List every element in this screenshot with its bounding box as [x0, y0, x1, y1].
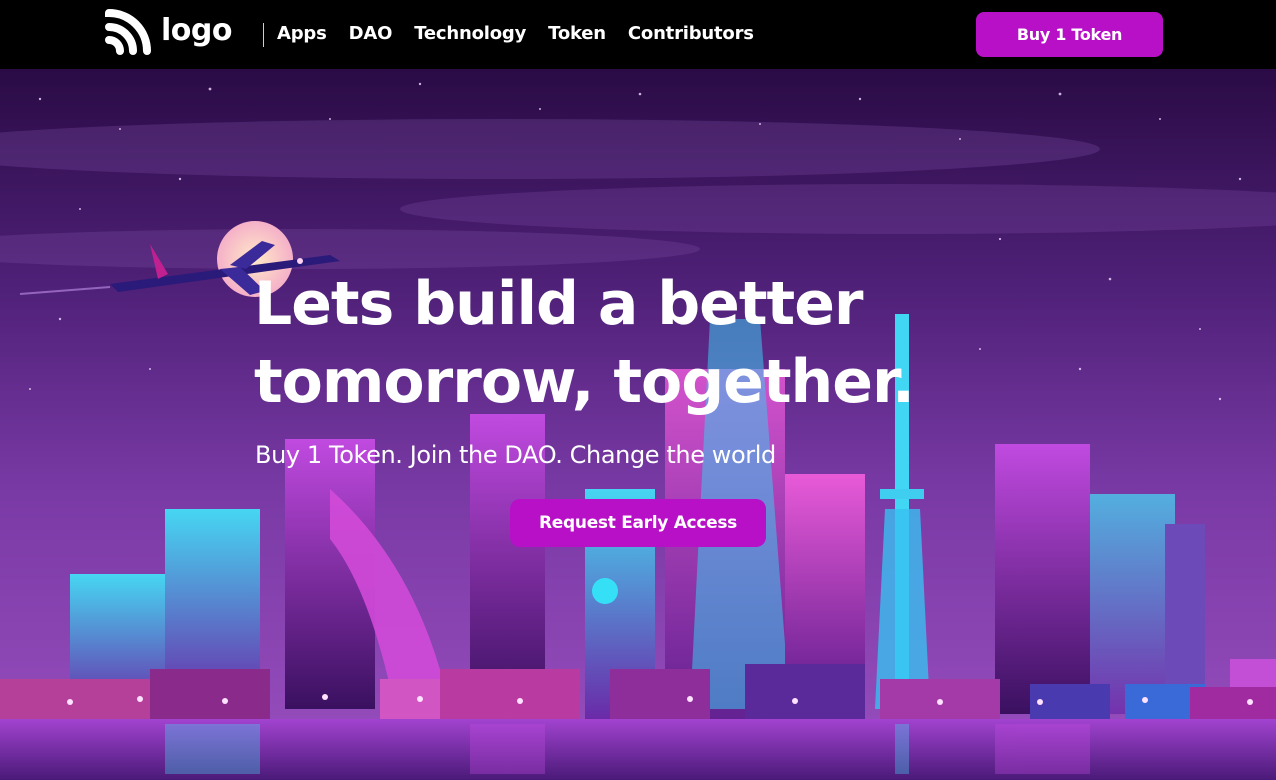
nav-link-contributors[interactable]: Contributors: [628, 22, 754, 46]
landing-page: logo Apps DAO Technology Token Contribut…: [0, 0, 1276, 780]
hero-background-illustration: [0, 69, 1276, 780]
nav-link-token[interactable]: Token: [548, 22, 606, 46]
nav-divider: [263, 23, 264, 47]
nav-link-dao[interactable]: DAO: [349, 22, 393, 46]
request-early-access-button[interactable]: Request Early Access: [510, 499, 766, 547]
logo-text: logo: [161, 13, 232, 48]
hero-subline: Buy 1 Token. Join the DAO. Change the wo…: [255, 441, 776, 469]
logo[interactable]: logo: [105, 9, 245, 55]
hero-section: Lets build a better tomorrow, together. …: [0, 69, 1276, 780]
hero-headline-line-2: tomorrow, together.: [254, 347, 915, 417]
hero-headline-line-1: Lets build a better: [254, 269, 864, 339]
nav-links: Apps DAO Technology Token Contributors: [277, 22, 754, 46]
buy-token-button[interactable]: Buy 1 Token: [976, 12, 1163, 57]
hero-headline: Lets build a better tomorrow, together.: [254, 265, 1014, 421]
top-nav: logo Apps DAO Technology Token Contribut…: [0, 0, 1276, 69]
nav-link-technology[interactable]: Technology: [414, 22, 526, 46]
signal-arcs-icon: [105, 9, 151, 55]
nav-link-apps[interactable]: Apps: [277, 22, 327, 46]
